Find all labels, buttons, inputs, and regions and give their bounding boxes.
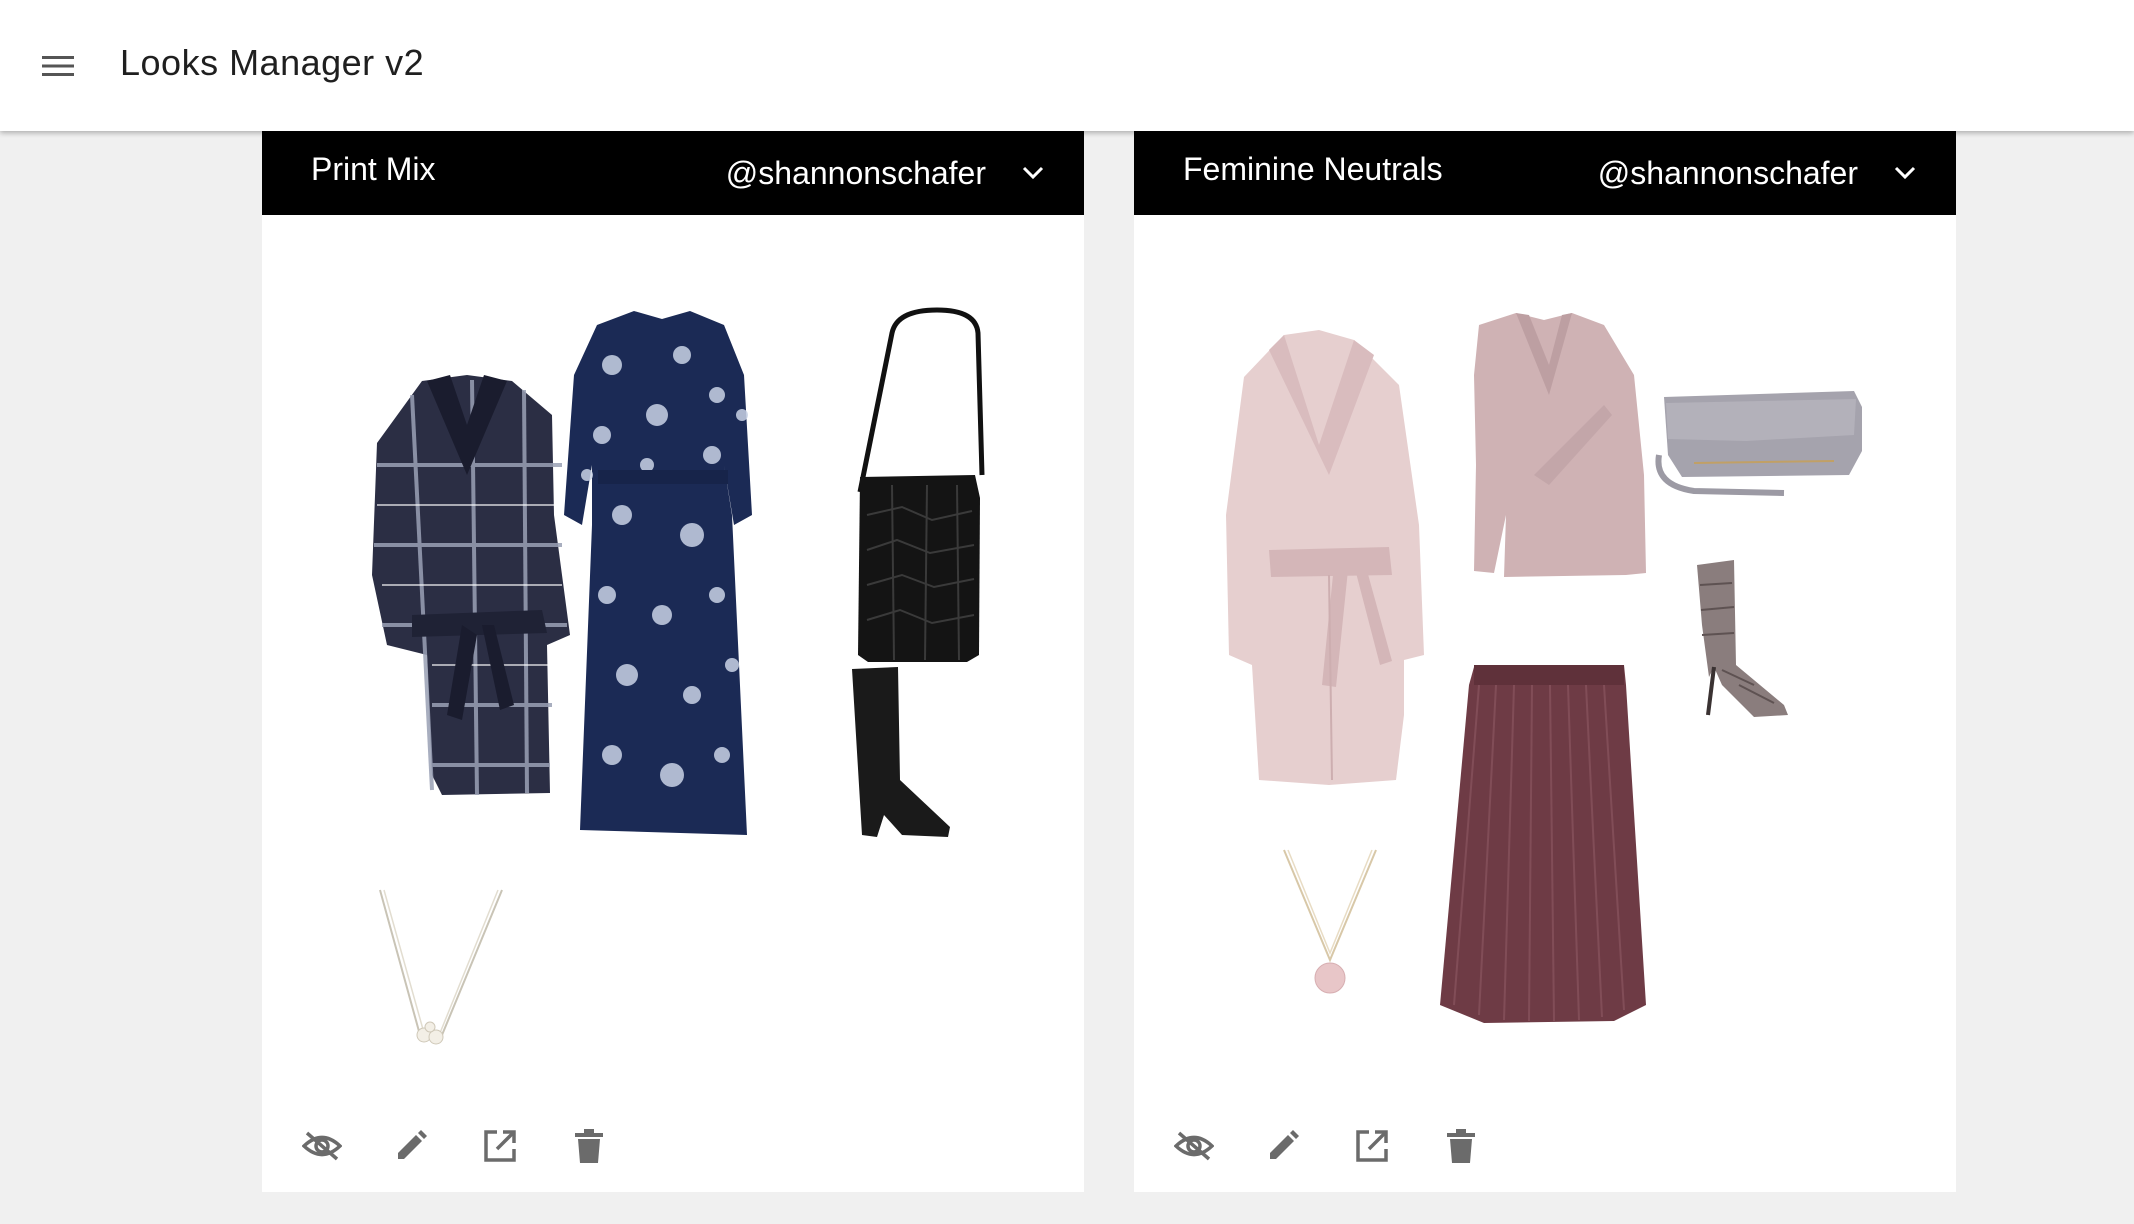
user-dropdown[interactable]: @shannonschafer: [1598, 143, 1916, 203]
visibility-off-icon: [302, 1131, 342, 1161]
look-actions: [1164, 1110, 1520, 1182]
plaid-wrap-coat[interactable]: [372, 375, 570, 796]
user-dropdown[interactable]: @shannonschafer: [726, 143, 1044, 203]
rose-quartz-necklace[interactable]: [1283, 849, 1377, 994]
user-handle: @shannonschafer: [725, 154, 986, 191]
delete-icon: [575, 1129, 603, 1163]
snakeskin-ankle-boots[interactable]: [1697, 560, 1788, 717]
open-look-button[interactable]: [470, 1116, 530, 1176]
open-look-button[interactable]: [1342, 1116, 1402, 1176]
app-bar: Looks Manager v2: [0, 0, 2134, 131]
look-actions: [292, 1110, 648, 1182]
look-collage: [1226, 313, 1862, 1023]
delete-look-button[interactable]: [1431, 1116, 1491, 1176]
delete-look-button[interactable]: [559, 1116, 619, 1176]
chevron-down-icon: [1894, 166, 1916, 180]
edit-icon: [1270, 1130, 1299, 1159]
chevron-down-icon: [1022, 166, 1044, 180]
look-collage: [372, 307, 985, 1045]
look-card-header: Feminine Neutrals @shannonschafer: [1134, 131, 1956, 215]
look-card-header: Print Mix @shannonschafer: [262, 131, 1084, 215]
black-knee-boots[interactable]: [852, 667, 950, 837]
visibility-off-icon: [1174, 1131, 1214, 1161]
menu-icon: [42, 56, 74, 76]
hide-look-button[interactable]: [1164, 1116, 1224, 1176]
user-handle: @shannonschafer: [1597, 154, 1858, 191]
look-title: Print Mix: [311, 151, 436, 187]
blush-wrap-coat[interactable]: [1226, 330, 1424, 785]
pink-wrap-sweater[interactable]: [1474, 313, 1646, 577]
floral-midi-dress[interactable]: [564, 311, 752, 835]
open-in-new-icon: [1356, 1130, 1388, 1162]
pearl-pendant-necklace[interactable]: [379, 889, 503, 1045]
edit-look-button[interactable]: [381, 1116, 441, 1176]
hide-look-button[interactable]: [292, 1116, 352, 1176]
look-title: Feminine Neutrals: [1183, 151, 1443, 187]
look-card: Print Mix @shannonschafer: [262, 131, 1084, 1192]
app-title: Looks Manager v2: [120, 42, 425, 83]
delete-icon: [1447, 1129, 1475, 1163]
page-bottom: [0, 1192, 2134, 1224]
burgundy-pleated-skirt[interactable]: [1440, 665, 1646, 1023]
menu-button[interactable]: [38, 46, 78, 86]
grey-crossbody-bag[interactable]: [1655, 391, 1862, 496]
edit-look-button[interactable]: [1253, 1116, 1313, 1176]
look-card: Feminine Neutrals @shannonschafer: [1134, 131, 1956, 1192]
edit-icon: [398, 1130, 427, 1159]
open-in-new-icon: [484, 1130, 516, 1162]
croc-tote-bag[interactable]: [857, 307, 985, 662]
